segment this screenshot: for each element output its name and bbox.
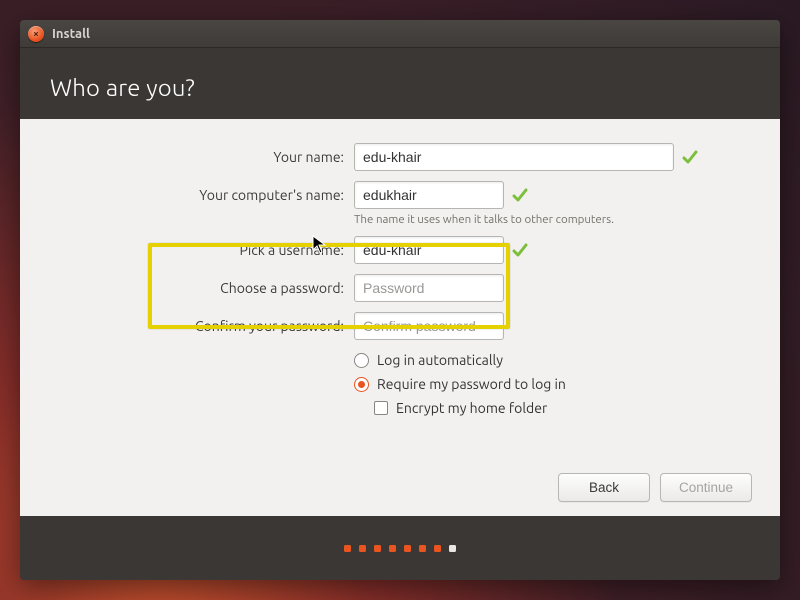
- action-bar: Back Continue: [558, 473, 752, 502]
- encrypt-home-label: Encrypt my home folder: [396, 400, 547, 416]
- auto-login-option[interactable]: Log in automatically: [354, 352, 736, 368]
- pager-dot: [359, 545, 366, 552]
- installer-window: × Install Who are you? Your name: Your c…: [20, 20, 780, 580]
- pager-dot: [404, 545, 411, 552]
- computer-name-hint: The name it uses when it talks to other …: [354, 213, 736, 226]
- radio-icon: [354, 377, 369, 392]
- pager-dot: [389, 545, 396, 552]
- auto-login-label: Log in automatically: [377, 352, 503, 368]
- password-field[interactable]: [354, 274, 504, 302]
- your-name-label: Your name:: [64, 149, 344, 165]
- continue-button[interactable]: Continue: [660, 473, 752, 502]
- pager-dot: [419, 545, 426, 552]
- your-name-field[interactable]: [354, 143, 674, 171]
- confirm-password-field[interactable]: [354, 312, 504, 340]
- computer-name-field[interactable]: [354, 181, 504, 209]
- login-options: Log in automatically Require my password…: [354, 350, 736, 416]
- confirm-password-label: Confirm your password:: [64, 318, 344, 334]
- pager-dot: [374, 545, 381, 552]
- radio-icon: [354, 353, 369, 368]
- page-title: Who are you?: [50, 74, 750, 101]
- username-field[interactable]: [354, 236, 504, 264]
- check-icon: [512, 242, 528, 258]
- computer-name-label: Your computer's name:: [64, 187, 344, 203]
- encrypt-home-option[interactable]: Encrypt my home folder: [354, 400, 736, 416]
- pager-dot: [434, 545, 441, 552]
- checkbox-icon: [374, 401, 388, 415]
- check-icon: [512, 187, 528, 203]
- titlebar: × Install: [20, 20, 780, 48]
- user-form: Your name: Your computer's name: The nam…: [64, 143, 736, 416]
- back-button[interactable]: Back: [558, 473, 650, 502]
- require-password-label: Require my password to log in: [377, 376, 566, 392]
- page-header: Who are you?: [20, 48, 780, 119]
- pager-dot: [449, 545, 456, 552]
- content-area: Your name: Your computer's name: The nam…: [20, 119, 780, 516]
- password-label: Choose a password:: [64, 280, 344, 296]
- window-title: Install: [52, 27, 90, 41]
- require-password-option[interactable]: Require my password to log in: [354, 376, 736, 392]
- pager-dot: [344, 545, 351, 552]
- close-icon[interactable]: ×: [28, 26, 44, 42]
- progress-pager: [20, 516, 780, 580]
- username-label: Pick a username:: [64, 242, 344, 258]
- check-icon: [682, 149, 698, 165]
